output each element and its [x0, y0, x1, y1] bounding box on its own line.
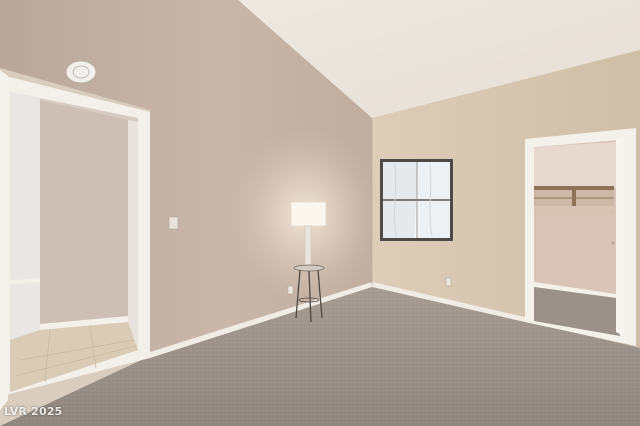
outlet-right — [445, 277, 452, 287]
watermark-text: LVR 2025 — [4, 405, 63, 418]
closet-doorway — [525, 128, 636, 346]
window — [380, 159, 453, 241]
smoke-detector — [65, 60, 97, 84]
outlet-left — [287, 285, 294, 295]
hallway-doorway — [0, 70, 150, 410]
light-switch — [168, 216, 179, 230]
bedroom-scene — [0, 0, 640, 426]
